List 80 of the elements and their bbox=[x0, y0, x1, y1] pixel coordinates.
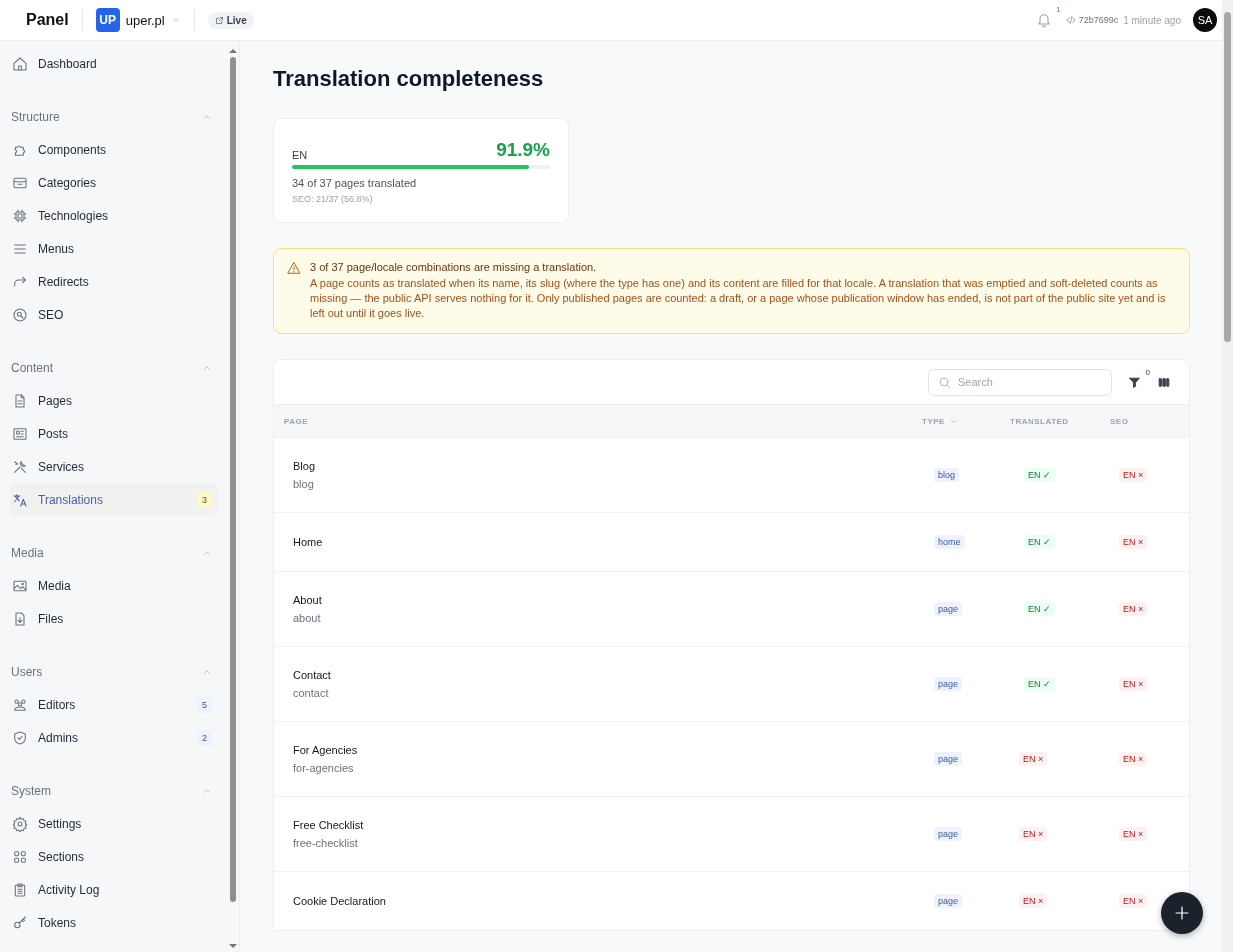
type-tag: page bbox=[934, 827, 963, 841]
page-name: Free Checklist bbox=[293, 819, 365, 831]
page-slug: free-checklist bbox=[293, 837, 359, 849]
page-slug: for-agencies bbox=[293, 762, 355, 774]
status-tag: EN × bbox=[1119, 677, 1148, 691]
type-tag: blog bbox=[934, 468, 959, 482]
sidebar-item[interactable]: Files bbox=[10, 602, 218, 635]
filter-count: 0 bbox=[1145, 367, 1150, 377]
workspace-avatar: UP bbox=[95, 8, 120, 32]
sidebar-item[interactable]: Editors 5 bbox=[10, 688, 218, 721]
sidebar-item[interactable]: SEO bbox=[10, 298, 218, 331]
live-link[interactable]: Live bbox=[207, 11, 254, 29]
count-badge: 2 bbox=[197, 729, 212, 746]
sidebar-item[interactable]: Services bbox=[10, 450, 218, 483]
count-badge: 3 bbox=[197, 491, 212, 508]
commit-hash: 72b7699c bbox=[1078, 15, 1119, 25]
page-name: Home bbox=[293, 536, 324, 548]
translated-summary: 34 of 37 pages translated bbox=[292, 177, 418, 189]
page-name: Contact bbox=[293, 669, 332, 681]
page-slug: contact bbox=[293, 687, 330, 699]
type-tag: home bbox=[934, 535, 965, 549]
section-title: Users bbox=[11, 664, 43, 679]
sidebar-item[interactable]: Tokens bbox=[10, 906, 218, 939]
page-name: Cookie Declaration bbox=[293, 895, 387, 907]
status-tag: EN × bbox=[1119, 535, 1148, 549]
completion-percent: 91.9% bbox=[496, 139, 550, 161]
sidebar-item[interactable]: Translations 3 bbox=[10, 483, 218, 516]
count-badge: 5 bbox=[197, 696, 212, 713]
sidebar-item[interactable]: Components bbox=[10, 133, 218, 166]
type-tag: page bbox=[934, 677, 963, 691]
status-tag: EN × bbox=[1119, 894, 1148, 908]
type-tag: page bbox=[934, 602, 963, 616]
section-title: Media bbox=[11, 545, 44, 560]
status-tag: EN × bbox=[1119, 468, 1148, 482]
sidebar-item[interactable]: Redirects bbox=[10, 265, 218, 298]
type-tag: page bbox=[934, 894, 963, 908]
seo-summary: SEO: 21/37 (56.8%) bbox=[292, 194, 374, 204]
status-tag: EN × bbox=[1119, 827, 1148, 841]
sidebar-item[interactable]: Sections bbox=[10, 840, 218, 873]
sidebar-item[interactable]: Activity Log bbox=[10, 873, 218, 906]
status-tag: EN × bbox=[1119, 602, 1148, 616]
column-header: PAGE bbox=[283, 416, 310, 426]
workspace-switcher[interactable]: UP uper.pl bbox=[95, 8, 181, 32]
page-name: Blog bbox=[293, 460, 317, 472]
status-tag: EN × bbox=[1019, 752, 1048, 766]
page-slug: about bbox=[293, 612, 322, 624]
sidebar-item[interactable]: Categories bbox=[10, 166, 218, 199]
page-name: About bbox=[293, 594, 323, 606]
sidebar-item[interactable]: Posts bbox=[10, 417, 218, 450]
status-tag: EN ✓ bbox=[1024, 535, 1055, 549]
alert-text: A page counts as translated when its name, its slug (where the type has one) and its content are filled for that locale. A translation that was emptied and soft-deleted counts as missing — the public API serves nothing for it. Only published pages are counted: a draft, or a page whose publication window has ended, is not part of the public site yet and is left out until it goes live. bbox=[310, 276, 1167, 321]
user-avatar[interactable]: SA bbox=[1193, 8, 1217, 32]
section-title: Structure bbox=[11, 109, 60, 124]
sidebar-item[interactable]: Technologies bbox=[10, 199, 218, 232]
section-title: Content bbox=[11, 360, 54, 375]
type-tag: page bbox=[934, 752, 963, 766]
sidebar-item[interactable]: Pages bbox=[10, 384, 218, 417]
status-tag: EN ✓ bbox=[1024, 677, 1055, 691]
page-title: Translation completeness bbox=[273, 65, 544, 93]
alert-title: 3 of 37 page/locale combinations are missing a translation. bbox=[310, 261, 598, 273]
status-tag: EN ✓ bbox=[1024, 468, 1055, 482]
locale-label: EN bbox=[292, 149, 308, 161]
column-header: TRANSLATED bbox=[1010, 416, 1070, 426]
search-field[interactable]: Search bbox=[928, 368, 1112, 396]
section-title: System bbox=[11, 783, 51, 798]
page-name: For Agencies bbox=[293, 744, 359, 756]
status-tag: EN × bbox=[1019, 827, 1048, 841]
commit-time: 1 minute ago bbox=[1123, 14, 1181, 26]
page-slug: blog bbox=[293, 478, 315, 490]
sidebar-item[interactable]: Admins 2 bbox=[10, 721, 218, 754]
sidebar-item[interactable]: Dashboard bbox=[10, 47, 218, 80]
status-tag: EN × bbox=[1019, 894, 1048, 908]
sidebar-item[interactable]: Settings bbox=[10, 807, 218, 840]
status-tag: EN ✓ bbox=[1024, 602, 1055, 616]
notification-count: 1 bbox=[1056, 5, 1061, 14]
sidebar-item[interactable]: Media bbox=[10, 569, 218, 602]
brand-title: Panel bbox=[26, 11, 69, 29]
sidebar-item[interactable]: Menus bbox=[10, 232, 218, 265]
column-header: SEO bbox=[1110, 416, 1130, 426]
status-tag: EN × bbox=[1119, 752, 1148, 766]
